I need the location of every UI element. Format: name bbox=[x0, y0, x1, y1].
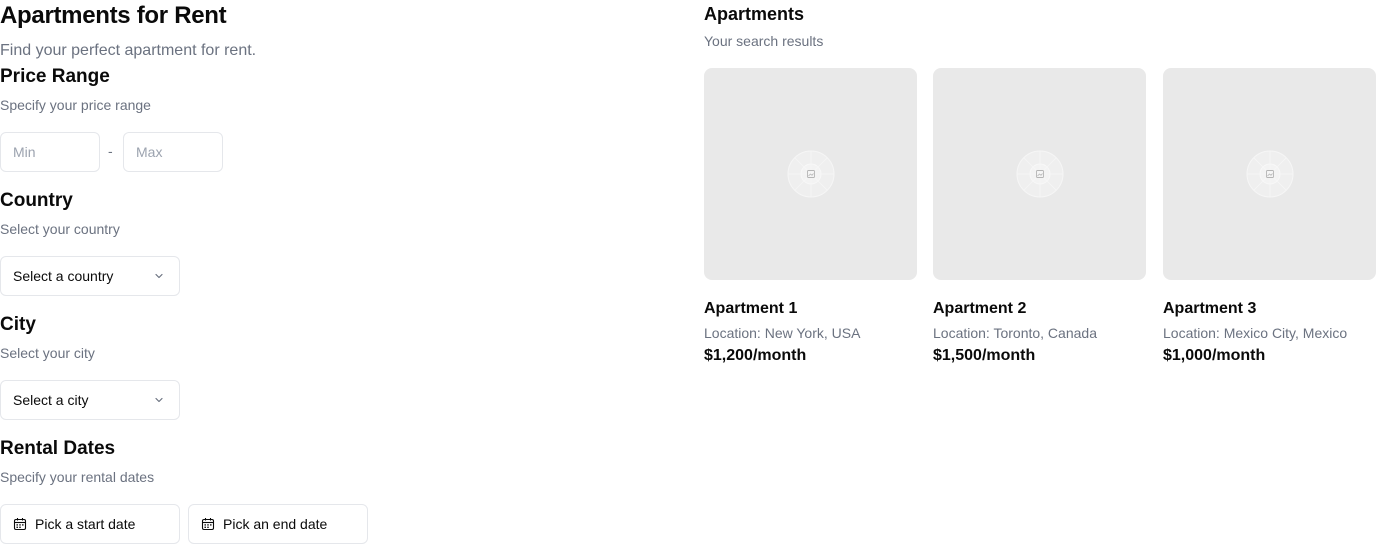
min-price-input[interactable] bbox=[0, 132, 100, 172]
city-select[interactable]: Select a city bbox=[0, 380, 180, 420]
max-price-input[interactable] bbox=[123, 132, 223, 172]
apartment-image bbox=[1163, 68, 1376, 280]
country-title: Country bbox=[0, 190, 73, 211]
image-placeholder-icon bbox=[1016, 150, 1063, 198]
image-placeholder-icon bbox=[787, 150, 834, 198]
apartment-name: Apartment 1 bbox=[704, 300, 798, 317]
chevron-down-icon bbox=[155, 273, 163, 279]
results-subtitle: Your search results bbox=[704, 33, 824, 49]
apartment-name: Apartment 2 bbox=[933, 300, 1027, 317]
price-range-separator: - bbox=[108, 143, 113, 159]
calendar-icon bbox=[201, 518, 215, 531]
apartment-name: Apartment 3 bbox=[1163, 300, 1257, 317]
end-date-label: Pick an end date bbox=[223, 516, 328, 532]
apartment-card[interactable]: Apartment 3 Location: Mexico City, Mexic… bbox=[1163, 68, 1376, 365]
page: Apartments for Rent Find your perfect ap… bbox=[0, 0, 1376, 544]
apartment-card[interactable]: Apartment 1 Location: New York, USA $1,2… bbox=[704, 68, 917, 365]
apartment-price: $1,200/month bbox=[704, 347, 807, 364]
end-date-button[interactable]: Pick an end date bbox=[188, 504, 368, 544]
start-date-button[interactable]: Pick a start date bbox=[0, 504, 180, 544]
start-date-label: Pick a start date bbox=[35, 516, 136, 532]
apartment-image bbox=[933, 68, 1146, 280]
country-subtitle: Select your country bbox=[0, 221, 120, 237]
apartment-location: Location: Mexico City, Mexico bbox=[1163, 325, 1348, 341]
price-range-title: Price Range bbox=[0, 66, 110, 87]
city-select-value: Select a city bbox=[13, 392, 89, 408]
apartment-location: Location: New York, USA bbox=[704, 325, 861, 341]
page-subtitle: Find your perfect apartment for rent. bbox=[0, 42, 257, 59]
apartment-price: $1,500/month bbox=[933, 347, 1036, 364]
chevron-down-icon bbox=[155, 397, 163, 403]
apartment-location: Location: Toronto, Canada bbox=[933, 325, 1097, 341]
city-title: City bbox=[0, 314, 36, 335]
country-select-value: Select a country bbox=[13, 268, 114, 284]
rental-dates-title: Rental Dates bbox=[0, 438, 116, 459]
calendar-icon bbox=[13, 518, 27, 531]
city-subtitle: Select your city bbox=[0, 345, 95, 361]
country-select[interactable]: Select a country bbox=[0, 256, 180, 296]
apartment-price: $1,000/month bbox=[1163, 347, 1266, 364]
apartment-card[interactable]: Apartment 2 Location: Toronto, Canada $1… bbox=[933, 68, 1146, 365]
apartment-image bbox=[704, 68, 917, 280]
price-range-subtitle: Specify your price range bbox=[0, 97, 151, 113]
rental-dates-subtitle: Specify your rental dates bbox=[0, 469, 155, 485]
results-title: Apartments bbox=[704, 4, 805, 24]
page-title: Apartments for Rent bbox=[0, 2, 227, 29]
image-placeholder-icon bbox=[1246, 150, 1293, 198]
